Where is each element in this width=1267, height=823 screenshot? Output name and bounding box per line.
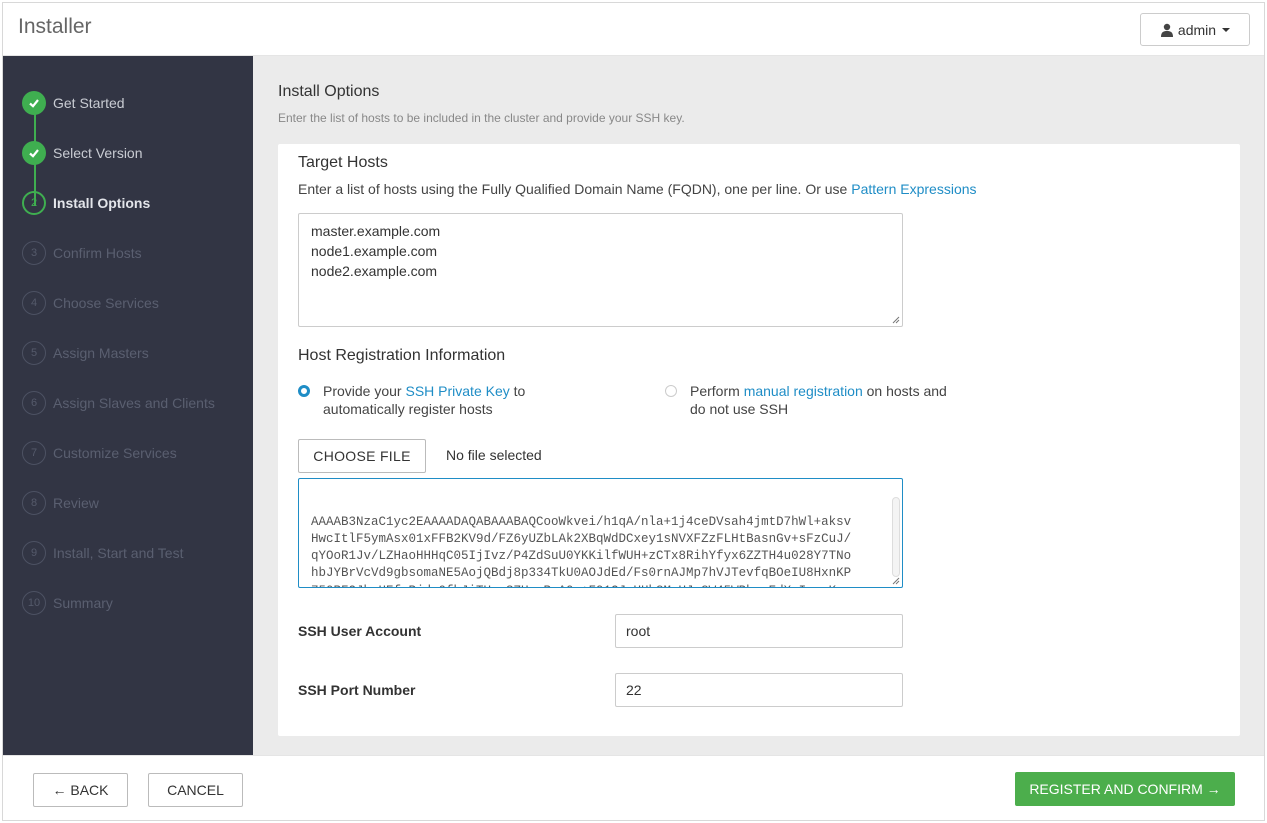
step-get-started[interactable]: Get Started [22, 91, 125, 115]
ssh-port-value: 22 [626, 682, 642, 698]
step-number: 9 [22, 541, 46, 565]
step-label: Review [53, 495, 99, 511]
ssh-port-label: SSH Port Number [298, 682, 416, 698]
option-text: automatically register hosts [323, 401, 493, 417]
back-button[interactable]: ← BACK [33, 773, 128, 807]
ssh-key-option[interactable]: Provide your SSH Private Key to automati… [298, 382, 525, 418]
resize-grip-icon[interactable] [892, 577, 900, 585]
ssh-user-value: root [626, 623, 651, 639]
hosts-text: master.example.com node1.example.com nod… [311, 223, 441, 279]
pattern-expressions-link[interactable]: Pattern Expressions [851, 181, 976, 197]
ssh-key-option-text: Provide your SSH Private Key to automati… [323, 382, 525, 418]
ssh-user-label: SSH User Account [298, 623, 422, 639]
step-customize-services: 7 Customize Services [22, 441, 177, 465]
manual-option-text: Perform manual registration on hosts and… [690, 382, 947, 418]
ssh-port-input[interactable]: 22 [615, 673, 903, 707]
step-assign-masters: 5 Assign Masters [22, 341, 149, 365]
step-label: Select Version [53, 145, 143, 161]
manual-registration-link[interactable]: manual registration [744, 383, 863, 399]
user-name: admin [1177, 21, 1217, 38]
options-panel: Target Hosts Enter a list of hosts using… [278, 144, 1240, 736]
step-number: 4 [22, 291, 46, 315]
step-summary: 10 Summary [22, 591, 113, 615]
caret-down-icon [1222, 27, 1231, 32]
step-label: Assign Slaves and Clients [53, 395, 215, 411]
option-text: Provide your [323, 383, 406, 399]
step-number: 3 [22, 241, 46, 265]
step-label: Confirm Hosts [53, 245, 142, 261]
step-choose-services: 4 Choose Services [22, 291, 159, 315]
installer-window: Installer admin Get Started Select Versi… [2, 2, 1265, 821]
ssh-key-radio[interactable] [298, 385, 310, 397]
cancel-button[interactable]: CANCEL [148, 773, 243, 807]
step-label: Get Started [53, 95, 125, 111]
wizard-sidebar: Get Started Select Version 2 Install Opt… [3, 56, 253, 755]
manual-registration-radio[interactable] [665, 385, 677, 397]
option-text: Perform [690, 383, 744, 399]
step-install-options[interactable]: 2 Install Options [22, 191, 150, 215]
user-menu-button[interactable]: admin [1140, 13, 1250, 46]
step-label: Choose Services [53, 295, 159, 311]
scrollbar[interactable] [892, 497, 900, 577]
step-number: 2 [22, 191, 46, 215]
target-hosts-description: Enter a list of hosts using the Fully Qu… [298, 181, 977, 197]
step-confirm-hosts: 3 Confirm Hosts [22, 241, 142, 265]
step-label: Install, Start and Test [53, 545, 184, 561]
check-icon [22, 141, 46, 165]
file-status: No file selected [446, 447, 542, 463]
step-select-version[interactable]: Select Version [22, 141, 143, 165]
register-and-confirm-button[interactable]: REGISTER AND CONFIRM → [1015, 772, 1235, 806]
step-number: 6 [22, 391, 46, 415]
option-text: on hosts and [862, 383, 947, 399]
ssh-key-textarea[interactable]: AAAAB3NzaC1yc2EAAAADAQABAAABAQCooWkvei/h… [298, 478, 903, 588]
ssh-user-input[interactable]: root [615, 614, 903, 648]
step-label: Summary [53, 595, 113, 611]
check-icon [22, 91, 46, 115]
step-label: Install Options [53, 195, 151, 211]
target-hosts-title: Target Hosts [298, 154, 388, 171]
ssh-private-key-link[interactable]: SSH Private Key [405, 383, 509, 399]
manual-registration-option[interactable]: Perform manual registration on hosts and… [665, 382, 947, 418]
resize-grip-icon[interactable] [892, 316, 900, 324]
main-content: Install Options Enter the list of hosts … [253, 56, 1264, 755]
step-label: Customize Services [53, 445, 177, 461]
choose-file-button[interactable]: CHOOSE FILE [298, 439, 426, 473]
description-text: Enter a list of hosts using the Fully Qu… [298, 181, 852, 197]
page-title: Install Options [278, 83, 380, 100]
header: Installer admin [3, 3, 1264, 56]
step-number: 7 [22, 441, 46, 465]
page-subtitle: Enter the list of hosts to be included i… [278, 111, 685, 125]
app-title: Installer [18, 15, 92, 38]
step-number: 10 [22, 591, 46, 615]
option-text: do not use SSH [690, 401, 789, 417]
user-icon [1160, 23, 1173, 37]
target-hosts-textarea[interactable]: master.example.com node1.example.com nod… [298, 213, 903, 327]
host-registration-title: Host Registration Information [298, 347, 506, 364]
footer: ← BACK CANCEL REGISTER AND CONFIRM → [3, 755, 1264, 820]
step-install-start-test: 9 Install, Start and Test [22, 541, 183, 565]
step-review: 8 Review [22, 491, 99, 515]
step-label: Assign Masters [53, 345, 149, 361]
step-number: 5 [22, 341, 46, 365]
option-text: to [509, 383, 526, 399]
step-assign-slaves: 6 Assign Slaves and Clients [22, 391, 215, 415]
step-number: 8 [22, 491, 46, 515]
ssh-key-text: AAAAB3NzaC1yc2EAAAADAQABAAABAQCooWkvei/h… [311, 514, 852, 587]
